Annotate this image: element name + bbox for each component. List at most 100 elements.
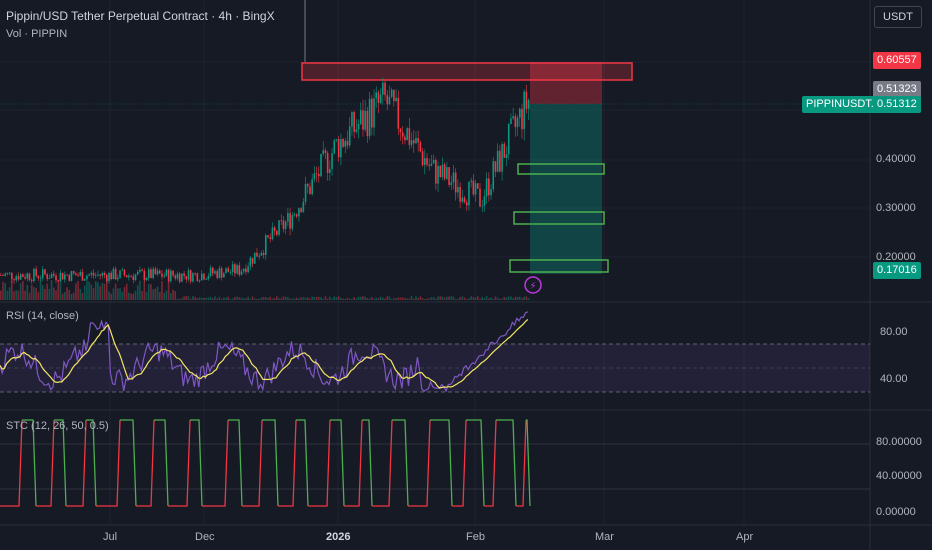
candle-body <box>68 275 71 281</box>
candle-body <box>304 184 307 202</box>
stc-segment <box>120 419 137 507</box>
volume-bar <box>86 281 88 300</box>
volume-bar <box>300 297 302 300</box>
volume-bar <box>426 298 428 300</box>
volume-bar <box>375 297 378 300</box>
candle-body <box>309 186 311 195</box>
volume-bar <box>163 292 166 300</box>
candle-body <box>19 274 22 280</box>
chart-title: Pippin/USD Tether Perpetual Contract · 4… <box>6 9 275 23</box>
volume-bar <box>64 291 66 300</box>
candle-body <box>452 172 455 183</box>
volume-bar <box>174 290 177 300</box>
volume-bar <box>130 293 132 300</box>
volume-bars <box>0 280 530 300</box>
volume-bar <box>15 290 18 300</box>
volume-bar <box>483 298 486 300</box>
candle-body <box>289 213 291 229</box>
candle-body <box>37 275 40 279</box>
volume-bar <box>41 285 44 300</box>
volume-bar <box>441 296 444 300</box>
volume-bar <box>507 296 510 300</box>
candle-body <box>278 220 280 235</box>
candle-body <box>200 273 203 281</box>
candle-body <box>86 275 88 280</box>
candle-body <box>426 158 428 165</box>
candle-body <box>229 272 232 273</box>
candle-body <box>359 110 362 125</box>
candle-body <box>156 270 159 275</box>
candle-body <box>435 159 437 184</box>
candle-body <box>121 269 124 271</box>
volume-bar <box>167 280 170 300</box>
candle-body <box>419 142 422 152</box>
volume-bar <box>200 297 203 300</box>
candle-body <box>249 257 252 267</box>
volume-bar <box>450 296 453 300</box>
candle-body <box>320 153 322 177</box>
candle-body <box>57 280 60 282</box>
volume-bar <box>276 296 278 300</box>
stc-tick: 80.00000 <box>876 436 922 448</box>
volume-bar <box>401 297 404 300</box>
volume-bar <box>4 283 7 300</box>
candle-body <box>505 154 508 158</box>
candle-body <box>46 274 48 279</box>
candle-body <box>521 108 523 130</box>
volume-bar <box>335 297 338 300</box>
candle-body <box>306 184 309 187</box>
candle-body <box>492 161 495 190</box>
candle-body <box>123 269 126 276</box>
candle-body <box>441 164 444 177</box>
stc-segment <box>202 419 229 507</box>
volume-bar <box>214 296 216 300</box>
volume-bar <box>357 296 360 300</box>
chart-canvas[interactable]: ⚡ <box>0 0 932 550</box>
stc-segment <box>372 419 393 507</box>
candle-body <box>326 152 329 173</box>
candle-body <box>265 235 267 255</box>
volume-bar <box>203 298 205 300</box>
volume-bar <box>119 288 121 300</box>
candle-body <box>313 173 316 180</box>
price-tick: 0.40000 <box>876 153 916 165</box>
candle-body <box>114 268 117 280</box>
stc-segment <box>392 419 409 507</box>
currency-button[interactable]: USDT <box>874 6 922 28</box>
candle-body <box>251 257 254 264</box>
candle-body <box>384 82 386 96</box>
stc-segment <box>362 419 373 507</box>
candle-body <box>17 276 20 280</box>
volume-bar <box>242 298 245 300</box>
volume-bar <box>501 298 503 300</box>
stc-segment <box>136 419 155 507</box>
volume-bar <box>516 297 519 300</box>
volume-bar <box>463 297 466 300</box>
candle-body <box>443 164 446 179</box>
candle-body <box>377 92 380 103</box>
candle-body <box>415 137 417 144</box>
candle-body <box>366 110 369 137</box>
candle-body <box>393 89 395 102</box>
candle-body <box>390 89 393 97</box>
candle-body <box>11 272 13 280</box>
candle-body <box>79 272 82 276</box>
candle-body <box>227 268 230 273</box>
volume-bar <box>271 298 274 300</box>
candle-body <box>302 201 305 213</box>
volume-bar <box>66 287 68 300</box>
stc-segment <box>516 419 527 507</box>
candle-body <box>141 269 143 271</box>
candle-body <box>26 273 29 279</box>
candle-body <box>64 274 66 280</box>
stc-segment <box>168 419 191 507</box>
volume-bar <box>470 296 472 300</box>
candle-body <box>103 272 106 275</box>
volume-bar <box>227 296 230 300</box>
volume-bar <box>331 298 333 300</box>
volume-bar <box>106 280 108 300</box>
rsi-tick: 80.00 <box>880 326 908 338</box>
candle-body <box>412 140 415 144</box>
candle-body <box>112 268 115 280</box>
candle-body <box>507 124 510 155</box>
